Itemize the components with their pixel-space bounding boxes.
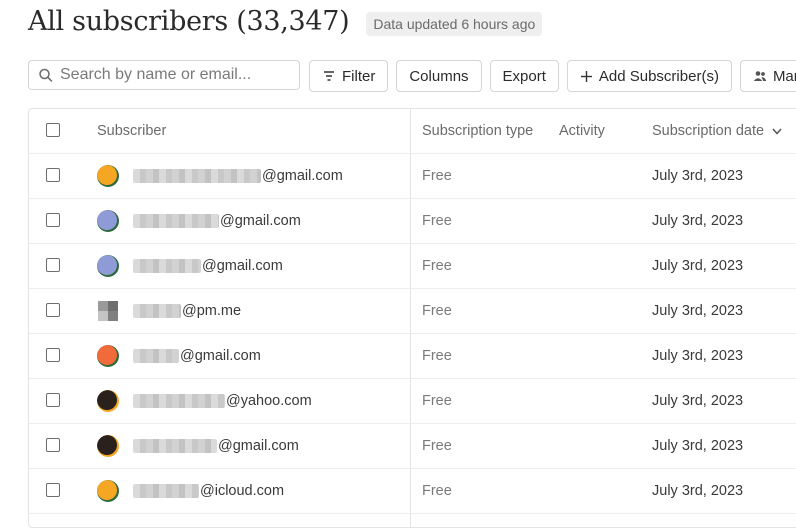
row-checkbox[interactable]: [46, 303, 60, 317]
redacted-email-username: [133, 214, 219, 228]
row-checkbox[interactable]: [46, 393, 60, 407]
email-domain: @yahoo.com: [226, 393, 312, 409]
column-header-activity[interactable]: Activity: [559, 109, 605, 153]
search-box[interactable]: [28, 60, 300, 90]
subscription-type-cell: Free: [422, 483, 452, 499]
subscription-type-cell: Free: [422, 213, 452, 229]
redacted-email-username: [133, 304, 181, 318]
avatar: [97, 165, 119, 187]
subscribers-table: Subscriber Subscription type Activity Su…: [28, 108, 796, 528]
table-row[interactable]: @gmail.com Free July 3rd, 2023: [29, 199, 796, 244]
select-all-checkbox[interactable]: [46, 123, 60, 137]
subscriber-cell[interactable]: @gmail.com: [97, 154, 343, 198]
row-checkbox[interactable]: [46, 438, 60, 452]
row-checkbox[interactable]: [46, 348, 60, 362]
manage-label: Man: [772, 67, 796, 85]
redacted-email-username: [133, 484, 199, 498]
redacted-email-username: [133, 394, 225, 408]
avatar: [97, 435, 119, 457]
chevron-down-icon[interactable]: [772, 128, 782, 135]
row-checkbox[interactable]: [46, 483, 60, 497]
filter-button[interactable]: Filter: [309, 60, 389, 92]
subscription-date-cell: July 3rd, 2023: [652, 258, 744, 274]
manage-button[interactable]: Man: [739, 60, 796, 92]
columns-button[interactable]: Columns: [396, 60, 482, 92]
table-row[interactable]: @gmail.com Free July 3rd, 2023: [29, 424, 796, 469]
plus-icon: [580, 70, 593, 83]
columns-label: Columns: [409, 67, 469, 85]
row-checkbox[interactable]: [46, 213, 60, 227]
column-header-subscription-date-label: Subscription date: [652, 123, 765, 139]
subscription-type-cell: Free: [422, 258, 452, 274]
row-checkbox[interactable]: [46, 258, 60, 272]
filter-label: Filter: [342, 67, 376, 85]
avatar: [97, 255, 119, 277]
column-header-subscriber[interactable]: Subscriber: [97, 109, 166, 153]
search-input[interactable]: [60, 66, 290, 84]
avatar: [97, 345, 119, 367]
subscription-date-cell: July 3rd, 2023: [652, 168, 744, 184]
page-header: All subscribers (33,347) Data updated 6 …: [28, 6, 543, 37]
subscriber-cell[interactable]: @gmail.com: [97, 199, 301, 243]
toolbar: Filter Columns Export Add Subscriber(s) …: [28, 60, 796, 92]
table-row[interactable]: @yahoo.com Free July 3rd, 2023: [29, 379, 796, 424]
table-row[interactable]: @pm.me Free July 3rd, 2023: [29, 289, 796, 334]
redacted-email-username: [133, 349, 179, 363]
email-domain: @gmail.com: [262, 168, 343, 184]
column-header-subscription-date[interactable]: Subscription date: [652, 109, 782, 153]
avatar: [97, 480, 119, 502]
subscription-date-cell: July 3rd, 2023: [652, 303, 744, 319]
subscriber-cell[interactable]: @yahoo.com: [97, 379, 312, 423]
table-row[interactable]: @icloud.com Free July 3rd, 2023: [29, 469, 796, 514]
table-row[interactable]: @gmail.com Free July 3rd, 2023: [29, 244, 796, 289]
email-domain: @gmail.com: [202, 258, 283, 274]
email-domain: @pm.me: [182, 303, 242, 319]
email-domain: @gmail.com: [218, 438, 299, 454]
table-header-row: Subscriber Subscription type Activity Su…: [29, 109, 796, 154]
subscriber-cell[interactable]: @gmail.com: [97, 244, 283, 288]
subscription-date-cell: July 3rd, 2023: [652, 438, 744, 454]
row-checkbox[interactable]: [46, 168, 60, 182]
subscription-type-cell: Free: [422, 168, 452, 184]
redacted-email-username: [133, 259, 201, 273]
subscriber-cell[interactable]: @gmail.com: [97, 424, 299, 468]
table-row[interactable]: @gmail.com Free July 3rd, 2023: [29, 334, 796, 379]
subscriber-cell[interactable]: @pm.me: [97, 289, 241, 333]
subscription-type-cell: Free: [422, 438, 452, 454]
add-subscriber-label: Add Subscriber(s): [598, 67, 719, 85]
subscription-type-cell: Free: [422, 348, 452, 364]
avatar: [97, 390, 119, 412]
subscription-date-cell: July 3rd, 2023: [652, 213, 744, 229]
column-header-subscription-type[interactable]: Subscription type: [422, 109, 533, 153]
export-button[interactable]: Export: [489, 60, 559, 92]
email-domain: @icloud.com: [200, 483, 285, 499]
subscription-date-cell: July 3rd, 2023: [652, 393, 744, 409]
avatar: [98, 301, 118, 321]
page-title: All subscribers (33,347): [28, 6, 350, 37]
add-subscriber-button[interactable]: Add Subscriber(s): [566, 60, 732, 92]
table-row[interactable]: @gmail.com Free July 3rd, 2023: [29, 154, 796, 199]
subscription-date-cell: July 3rd, 2023: [652, 348, 744, 364]
email-domain: @gmail.com: [180, 348, 261, 364]
export-label: Export: [502, 67, 546, 85]
users-icon: [753, 70, 767, 82]
redacted-email-username: [133, 169, 261, 183]
search-icon: [38, 67, 54, 83]
subscriber-cell[interactable]: @icloud.com: [97, 469, 284, 513]
subscription-date-cell: July 3rd, 2023: [652, 483, 744, 499]
filter-icon: [322, 70, 336, 82]
email-domain: @gmail.com: [220, 213, 301, 229]
data-updated-badge: Data updated 6 hours ago: [366, 11, 543, 36]
redacted-email-username: [133, 439, 217, 453]
subscriber-cell[interactable]: @gmail.com: [97, 334, 261, 378]
avatar: [97, 210, 119, 232]
subscription-type-cell: Free: [422, 303, 452, 319]
subscription-type-cell: Free: [422, 393, 452, 409]
